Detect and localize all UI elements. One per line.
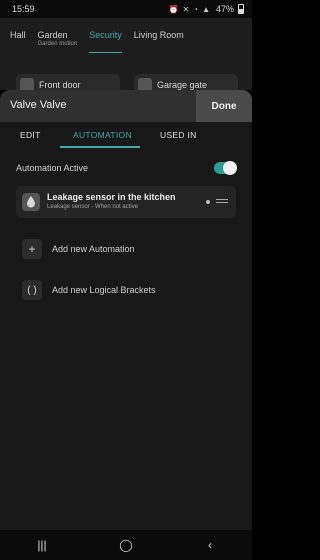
- condition-title: Leakage sensor in the kitchen: [47, 192, 176, 202]
- battery-icon: [238, 4, 244, 14]
- background-app: Hall Garden Garden motion Security Livin…: [0, 18, 252, 96]
- automation-active-row: Automation Active: [16, 158, 237, 178]
- plus-icon: +: [22, 239, 42, 259]
- active-tab-indicator: [60, 146, 140, 148]
- tab-used-in[interactable]: USED IN: [160, 130, 197, 140]
- mute-icon: ✕: [182, 4, 190, 14]
- automation-condition-card[interactable]: Leakage sensor in the kitchen Leakage se…: [16, 186, 236, 218]
- add-brackets-button[interactable]: ( ) Add new Logical Brackets: [16, 274, 236, 306]
- home-icon[interactable]: ◯: [111, 538, 141, 552]
- room-tabs: Hall Garden Garden motion Security Livin…: [10, 30, 184, 53]
- sheet-header: Valve Valve Done: [0, 90, 252, 122]
- done-button[interactable]: Done: [196, 90, 252, 122]
- sheet-tabs: EDIT AUTOMATION USED IN: [0, 122, 252, 148]
- wifi-icon: ◔: [193, 4, 199, 14]
- drag-handle-icon[interactable]: [216, 198, 228, 204]
- recent-apps-icon[interactable]: |||: [27, 538, 57, 552]
- room-tab-living-room[interactable]: Living Room: [134, 30, 184, 47]
- brackets-icon: ( ): [22, 280, 42, 300]
- battery-percent: 47%: [215, 4, 234, 14]
- signal-icon: ▲: [202, 4, 210, 14]
- condition-subtitle: Leakage sensor - When not active: [47, 204, 139, 210]
- tab-edit[interactable]: EDIT: [20, 130, 41, 140]
- room-tab-hall[interactable]: Hall: [10, 30, 26, 47]
- sheet-title: Valve Valve: [10, 99, 67, 111]
- status-icons: ⏰ ✕ ◔ ▲ 47%: [169, 4, 244, 14]
- add-brackets-label: Add new Logical Brackets: [52, 285, 156, 295]
- add-automation-button[interactable]: + Add new Automation: [16, 233, 236, 265]
- room-tab-garden[interactable]: Garden Garden motion: [38, 30, 78, 47]
- system-nav-bar: ||| ◯ ‹: [0, 530, 252, 560]
- room-tab-security[interactable]: Security: [89, 30, 122, 53]
- alarm-icon: ⏰: [168, 4, 179, 14]
- room-tab-garden-sub: Garden motion: [37, 41, 78, 47]
- back-icon[interactable]: ‹: [195, 538, 225, 552]
- status-time: 15:59: [12, 4, 35, 14]
- automation-active-label: Automation Active: [16, 163, 89, 173]
- tab-automation[interactable]: AUTOMATION: [73, 130, 132, 140]
- status-dot-icon: [206, 200, 210, 204]
- status-bar: 15:59 ⏰ ✕ ◔ ▲ 47%: [0, 0, 252, 18]
- add-automation-label: Add new Automation: [52, 244, 135, 254]
- water-drop-icon: [22, 193, 40, 211]
- automation-active-toggle[interactable]: [214, 161, 237, 175]
- bottom-sheet: Valve Valve Done EDIT AUTOMATION USED IN…: [0, 90, 252, 530]
